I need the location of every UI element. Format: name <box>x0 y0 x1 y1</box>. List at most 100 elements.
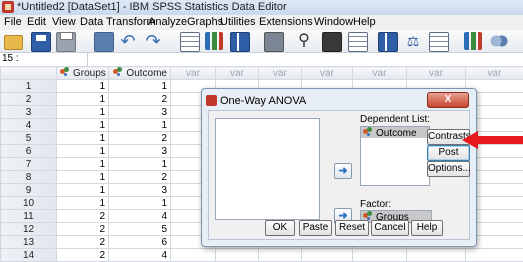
cell-groups[interactable]: 1 <box>57 145 109 158</box>
menu-edit[interactable]: Edit <box>27 16 46 28</box>
column-header-var[interactable]: var <box>216 67 259 80</box>
cell-outcome[interactable]: 1 <box>109 119 171 132</box>
spss-app-icon <box>2 1 14 13</box>
cell-groups[interactable]: 1 <box>57 171 109 184</box>
cell-outcome[interactable]: 2 <box>109 132 171 145</box>
cell-editor-row: 15 : <box>0 53 523 67</box>
cancel-button[interactable]: Cancel <box>371 220 409 236</box>
row-number[interactable]: 2 <box>1 93 57 106</box>
menu-utilities[interactable]: Utilities <box>220 16 255 28</box>
row-number[interactable]: 8 <box>1 171 57 184</box>
dependent-list[interactable]: Outcome <box>360 126 430 186</box>
help-button[interactable]: Help <box>411 220 443 236</box>
ok-button[interactable]: OK <box>265 220 295 236</box>
column-header-var[interactable]: var <box>407 67 466 80</box>
cell-groups[interactable]: 1 <box>57 106 109 119</box>
menu-graphs[interactable]: Graphs <box>187 16 223 28</box>
menu-data[interactable]: Data <box>80 16 103 28</box>
cell-editor-separator <box>87 53 88 66</box>
row-number[interactable]: 11 <box>1 210 57 223</box>
dependent-list-item[interactable]: Outcome <box>361 127 429 138</box>
cell-groups[interactable]: 1 <box>57 93 109 106</box>
move-to-dependent-button[interactable]: ➜ <box>334 163 352 179</box>
find-icon[interactable]: ⚲ <box>295 32 313 50</box>
grid-header-row: Groups Outcome var var var var var var v… <box>1 67 523 80</box>
cell-groups[interactable]: 1 <box>57 197 109 210</box>
cell-outcome[interactable]: 3 <box>109 106 171 119</box>
paste-button[interactable]: Paste <box>299 220 332 236</box>
column-header-var[interactable]: var <box>259 67 302 80</box>
toolbar: ↶ ↷ ⚲ ⚖ <box>0 30 523 53</box>
spelling-icon[interactable] <box>490 32 508 50</box>
one-way-anova-dialog: One-Way ANOVA X ➜ ➜ Dependent List: Outc… <box>201 88 477 247</box>
row-number[interactable]: 13 <box>1 236 57 249</box>
column-header-var[interactable]: var <box>302 67 353 80</box>
variables-icon[interactable] <box>230 32 250 52</box>
print-icon[interactable] <box>56 32 76 52</box>
cell-groups[interactable]: 2 <box>57 223 109 236</box>
column-header-label: Groups <box>73 68 106 79</box>
menu-file[interactable]: File <box>4 16 22 28</box>
dialog-title: One-Way ANOVA <box>220 95 306 107</box>
select-cases-icon[interactable] <box>348 32 368 52</box>
row-number[interactable]: 4 <box>1 119 57 132</box>
row-number[interactable]: 1 <box>1 80 57 93</box>
window-title: *Untitled2 [DataSet1] - IBM SPSS Statist… <box>17 1 287 13</box>
cell-outcome[interactable]: 2 <box>109 171 171 184</box>
reset-button[interactable]: Reset <box>335 220 369 236</box>
cell-outcome[interactable]: 1 <box>109 158 171 171</box>
cell-outcome[interactable]: 2 <box>109 93 171 106</box>
column-header-var[interactable]: var <box>353 67 407 80</box>
menu-analyze[interactable]: Analyze <box>148 16 187 28</box>
cell-groups[interactable]: 1 <box>57 119 109 132</box>
redo-icon[interactable]: ↷ <box>144 32 162 50</box>
spss-dialog-icon <box>206 95 217 106</box>
goto-variable-icon[interactable] <box>205 32 223 50</box>
row-number[interactable]: 3 <box>1 106 57 119</box>
dialog-body: ➜ ➜ Dependent List: Outcome Factor: Grou… <box>208 110 470 240</box>
column-header-groups[interactable]: Groups <box>57 67 109 80</box>
menu-view[interactable]: View <box>52 16 76 28</box>
value-labels-icon[interactable]: ⚖ <box>404 32 422 50</box>
row-number[interactable]: 9 <box>1 184 57 197</box>
cell-outcome[interactable]: 5 <box>109 223 171 236</box>
row-number[interactable]: 6 <box>1 145 57 158</box>
cell-groups[interactable]: 1 <box>57 184 109 197</box>
open-folder-icon[interactable] <box>4 35 23 50</box>
split-file-icon[interactable] <box>322 32 342 52</box>
undo-icon[interactable]: ↶ <box>119 32 137 50</box>
cell-groups[interactable]: 2 <box>57 210 109 223</box>
menu-help[interactable]: Help <box>353 16 376 28</box>
save-icon[interactable] <box>31 32 51 52</box>
corner-cell[interactable] <box>1 67 57 80</box>
row-number[interactable]: 7 <box>1 158 57 171</box>
cell-outcome[interactable]: 3 <box>109 184 171 197</box>
use-variable-sets-icon[interactable] <box>429 32 449 52</box>
cell-outcome[interactable]: 1 <box>109 80 171 93</box>
column-header-var[interactable]: var <box>466 67 523 80</box>
weight-cases-icon[interactable] <box>378 32 398 52</box>
cell-groups[interactable]: 1 <box>57 132 109 145</box>
goto-case-icon[interactable] <box>180 32 200 52</box>
options-button[interactable]: Options... <box>427 161 470 177</box>
cell-groups[interactable]: 1 <box>57 158 109 171</box>
cell-outcome[interactable]: 3 <box>109 145 171 158</box>
menu-window[interactable]: Window <box>314 16 353 28</box>
source-variable-list[interactable] <box>215 118 320 220</box>
show-all-variables-icon[interactable] <box>464 32 482 50</box>
cell-groups[interactable]: 2 <box>57 236 109 249</box>
cell-groups[interactable]: 1 <box>57 80 109 93</box>
column-header-var[interactable]: var <box>171 67 216 80</box>
row-number[interactable]: 5 <box>1 132 57 145</box>
column-header-outcome[interactable]: Outcome <box>109 67 171 80</box>
close-button[interactable]: X <box>427 92 469 108</box>
dialog-recall-icon[interactable] <box>94 32 114 52</box>
row-number[interactable]: 10 <box>1 197 57 210</box>
cell-outcome[interactable]: 6 <box>109 236 171 249</box>
cell-outcome[interactable]: 4 <box>109 210 171 223</box>
factor-label: Factor: <box>360 199 391 210</box>
cell-outcome[interactable]: 1 <box>109 197 171 210</box>
row-number[interactable]: 12 <box>1 223 57 236</box>
run-descriptive-icon[interactable] <box>264 32 284 52</box>
menu-extensions[interactable]: Extensions <box>259 16 313 28</box>
